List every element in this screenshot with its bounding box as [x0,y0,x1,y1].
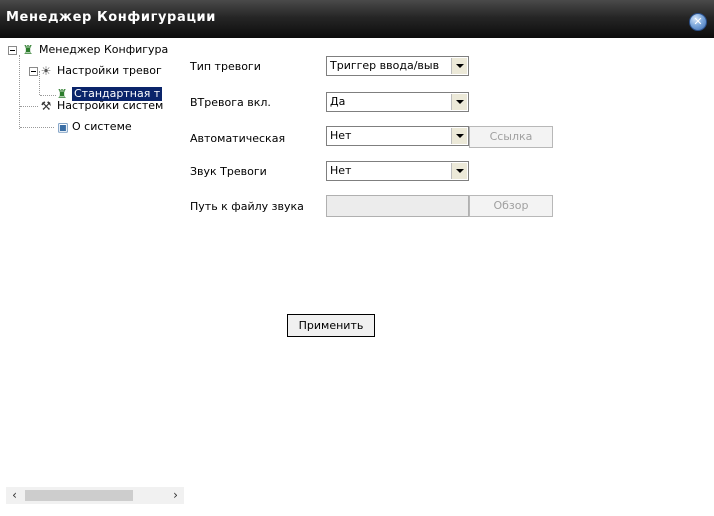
alarm-type-label: Тип тревоги [190,60,261,73]
tree-item-root[interactable]: ♜ Менеджер Конфигура [6,43,184,57]
dropdown-arrow-icon[interactable] [451,163,467,179]
alarm-type-select[interactable]: Триггер ввода/выв [326,56,469,76]
tree-item-label: Настройки тревог [57,64,162,77]
computer-icon: ▣ [57,120,69,134]
config-manager-icon: ♜ [22,43,34,57]
close-icon: ✕ [693,15,703,28]
tree-item-system-settings[interactable]: ⚒ Настройки систем [6,99,184,113]
tree-item-about[interactable]: ▣ О системе [6,120,184,134]
alarm-type-value: Триггер ввода/выв [330,59,440,72]
alarm-sound-value: Нет [330,164,352,177]
dropdown-arrow-icon[interactable] [451,58,467,74]
alarm-enabled-select[interactable]: Да [326,92,469,112]
dropdown-arrow-icon[interactable] [451,94,467,110]
tree-item-alarm-settings[interactable]: ☀ Настройки тревог [6,64,184,78]
alarm-settings-icon: ☀ [40,64,52,78]
collapse-icon[interactable] [8,46,17,55]
tree-item-label: Менеджер Конфигура [39,43,169,56]
config-tree[interactable]: ♜ Менеджер Конфигура ☀ Настройки тревог … [6,41,184,509]
dropdown-arrow-icon[interactable] [451,128,467,144]
automatic-select[interactable]: Нет [326,126,469,146]
alarm-sound-label: Звук Тревоги [190,165,267,178]
collapse-icon[interactable] [29,67,38,76]
scroll-left-icon[interactable]: ‹ [6,487,23,504]
sound-path-label: Путь к файлу звука [190,200,304,213]
link-button[interactable]: Ссылка [469,126,553,148]
sound-path-input[interactable] [326,195,469,217]
tree-horizontal-scrollbar[interactable]: ‹ › [6,487,184,504]
tree-item-label: Настройки систем [57,99,164,112]
window-title: Менеджер Конфигурации [6,10,216,25]
alarm-sound-select[interactable]: Нет [326,161,469,181]
window-titlebar[interactable]: Менеджер Конфигурации ✕ [0,0,714,38]
tools-icon: ⚒ [40,99,52,113]
automatic-label: Автоматическая [190,132,286,145]
alarm-enabled-label: ВТревога вкл. [190,96,271,109]
apply-button[interactable]: Применить [287,314,375,337]
scrollbar-thumb[interactable] [25,490,133,501]
scroll-right-icon[interactable]: › [167,487,184,504]
browse-button[interactable]: Обзор [469,195,553,217]
close-button[interactable]: ✕ [689,13,707,31]
automatic-value: Нет [330,129,352,142]
tree-item-label: О системе [72,120,132,133]
alarm-enabled-value: Да [330,95,346,108]
